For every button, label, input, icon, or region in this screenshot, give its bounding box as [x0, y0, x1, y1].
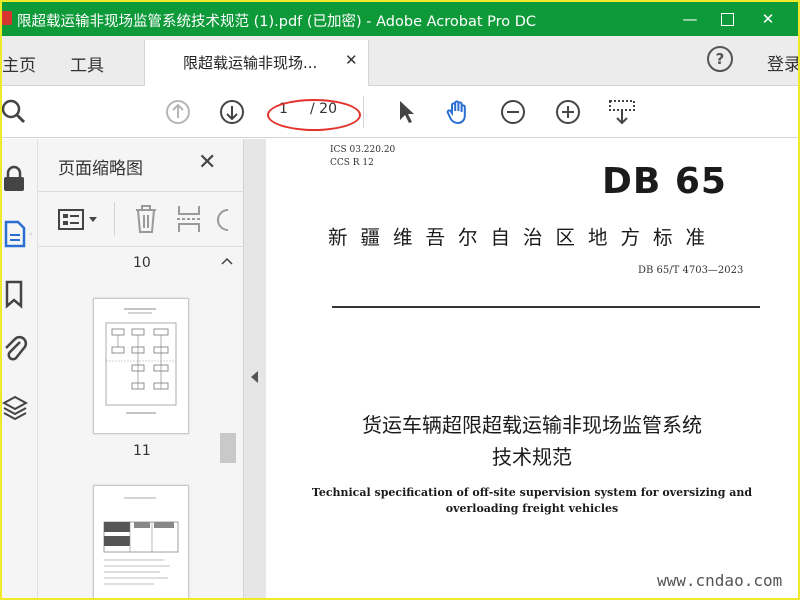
- document-page: ICS 03.220.20 CCS R 12 DB 65 新疆维吾尔自治区地方标…: [266, 139, 798, 598]
- tab-document[interactable]: 限超载运输非现场... ✕: [144, 40, 369, 86]
- help-icon[interactable]: ?: [707, 46, 733, 72]
- acrobat-window: 限超载运输非现场监管系统技术规范 (1).pdf (已加密) - Adobe A…: [2, 2, 798, 598]
- tab-tools[interactable]: 工具: [70, 51, 104, 76]
- document-title-line-1: 货运车辆超限超载运输非现场监管系统: [362, 413, 702, 437]
- title-bar: 限超载运输非现场监管系统技术规范 (1).pdf (已加密) - Adobe A…: [2, 2, 798, 36]
- watermark: www.cndao.com: [657, 571, 783, 590]
- page-number-highlight-annotation: [267, 99, 361, 131]
- acrobat-app-icon: [2, 11, 12, 25]
- ccs-line: CCS R 12: [330, 158, 374, 168]
- flowchart-thumbnail: [105, 308, 177, 414]
- thumbnail-page-12[interactable]: [93, 485, 189, 598]
- ics-line: ICS 03.220.20: [330, 145, 396, 155]
- toolbar-divider: [114, 202, 115, 236]
- delete-page-icon[interactable]: [134, 204, 158, 234]
- hand-tool-icon[interactable]: [444, 98, 472, 126]
- scroll-up-icon[interactable]: [221, 257, 233, 265]
- english-title-line-1: Technical specification of off-site supe…: [311, 486, 753, 499]
- thumbnail-label-11: 11: [133, 443, 151, 459]
- header-rule: [332, 306, 760, 308]
- close-panel-button[interactable]: ✕: [198, 150, 216, 175]
- minimize-button[interactable]: —: [679, 8, 701, 30]
- close-tab-button[interactable]: ✕: [345, 51, 358, 69]
- login-button[interactable]: 登录: [767, 50, 798, 75]
- thumbnail-page-11[interactable]: [93, 298, 189, 434]
- document-tab-label: 限超载运输非现场...: [183, 54, 318, 72]
- zoom-out-icon[interactable]: [499, 98, 527, 126]
- maximize-icon: [720, 13, 734, 26]
- maximize-button[interactable]: [716, 8, 738, 30]
- page-down-icon[interactable]: [218, 98, 246, 126]
- tab-home[interactable]: 主页: [2, 51, 36, 76]
- thumbnail-label-10: 10: [133, 255, 151, 271]
- collapse-panel-handle[interactable]: [244, 139, 266, 598]
- toolbar: 1 / 20: [2, 86, 798, 138]
- zoom-in-icon[interactable]: [554, 98, 582, 126]
- english-title-line-2: overloading freight vehicles: [445, 502, 619, 515]
- page-thumbnails-icon[interactable]: [2, 219, 32, 249]
- bookmark-icon[interactable]: [2, 279, 32, 309]
- scrollbar-thumb[interactable]: [220, 433, 236, 463]
- page-up-icon[interactable]: [164, 98, 192, 126]
- close-window-button[interactable]: ✕: [757, 8, 779, 30]
- select-cursor-icon[interactable]: [392, 98, 420, 126]
- thumbnail-scrollbar[interactable]: [218, 251, 236, 598]
- navigation-rail: [2, 139, 38, 598]
- toolbar-divider: [363, 96, 364, 128]
- page-thumbnails-panel: 页面缩略图 ✕ 10 11: [38, 139, 244, 598]
- rotate-page-icon[interactable]: [216, 204, 230, 234]
- thumbnail-toolbar: [38, 191, 244, 247]
- issuing-organization: 新疆维吾尔自治区地方标准: [328, 226, 719, 249]
- insert-page-icon[interactable]: [176, 204, 202, 234]
- search-icon[interactable]: [2, 98, 30, 126]
- window-title: 限超载运输非现场监管系统技术规范 (1).pdf (已加密) - Adobe A…: [17, 14, 537, 30]
- lock-icon[interactable]: [2, 164, 32, 194]
- layers-icon[interactable]: [2, 394, 32, 424]
- marquee-zoom-icon[interactable]: [608, 98, 636, 126]
- collapse-arrow-icon: [251, 371, 258, 383]
- ics-code: ICS 03.220.20 CCS R 12: [330, 144, 395, 170]
- standard-number: DB 65/T 4703—2023: [638, 265, 744, 276]
- document-title-line-2: 技术规范: [492, 445, 572, 469]
- panel-title: 页面缩略图: [58, 159, 143, 179]
- attachment-icon[interactable]: [2, 334, 32, 364]
- db-standard-mark: DB 65: [602, 161, 727, 202]
- thumbnail-options-icon[interactable]: [58, 208, 100, 232]
- table-thumbnail: [103, 497, 179, 585]
- tab-bar: 主页 工具 限超载运输非现场... ✕ ? 登录: [2, 36, 798, 86]
